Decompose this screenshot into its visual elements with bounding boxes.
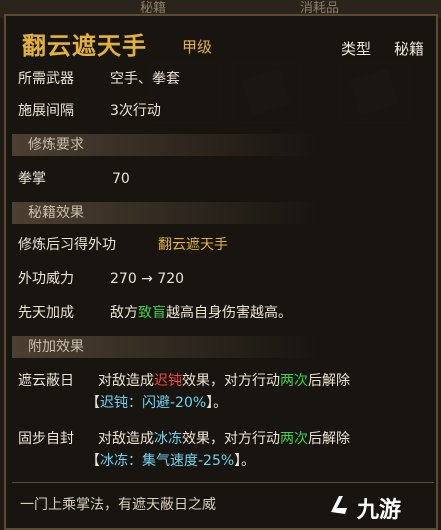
watermark-logo-icon	[331, 496, 347, 514]
item-description: 一门上乘掌法，有遮天蔽日之威	[20, 497, 216, 513]
learn-value: 翻云遮天手	[158, 237, 228, 253]
item-type-label: 类型	[341, 40, 372, 58]
item-grade: 甲级	[182, 38, 213, 56]
item-type-value: 秘籍	[394, 40, 425, 58]
skill-value: 70	[112, 171, 130, 187]
freeze-keyword: 冰冻	[154, 431, 182, 447]
blind-keyword: 致盲	[138, 305, 166, 321]
divider	[12, 482, 434, 483]
learn-label: 修炼后习得外功	[18, 237, 116, 253]
innate-label: 先天加成	[18, 305, 74, 321]
effect2-line1: 对敌造成冰冻效果，对方行动两次后解除	[98, 431, 350, 447]
effect2-line2: 【冰冻：集气速度-25%】。	[86, 453, 256, 469]
tooltip-header: 翻云遮天手 甲级 类型 秘籍	[18, 24, 438, 60]
interval-label: 施展间隔	[18, 103, 74, 119]
watermark: 九游	[327, 490, 427, 523]
power-value: 270 → 720	[110, 271, 185, 287]
effect1-line1: 对敌造成迟钝效果，对方行动两次后解除	[98, 373, 350, 389]
skill-label: 拳掌	[18, 171, 46, 187]
requirements-section-header: 修炼要求	[12, 134, 318, 156]
item-tooltip: 翻云遮天手 甲级 类型 秘籍 所需武器 空手、拳套 施展间隔 3次行动 修炼要求…	[4, 14, 438, 530]
sluggish-keyword: 迟钝	[154, 373, 182, 389]
power-label: 外功威力	[18, 271, 74, 287]
weapon-label: 所需武器	[18, 71, 74, 87]
effects-section-header: 秘籍效果	[12, 202, 318, 224]
interval-value: 3次行动	[110, 103, 161, 119]
effect1-line2: 【迟钝：闪避-20%】。	[86, 395, 228, 411]
item-title: 翻云遮天手	[22, 32, 147, 60]
extra-section-header: 附加效果	[12, 336, 318, 358]
weapon-value: 空手、拳套	[110, 71, 180, 87]
watermark-text: 九游	[357, 498, 402, 523]
innate-value: 敌方致盲越高自身伤害越高。	[110, 305, 292, 321]
effect1-label: 遮云蔽日	[18, 373, 74, 389]
effect2-label: 固步自封	[18, 431, 74, 447]
